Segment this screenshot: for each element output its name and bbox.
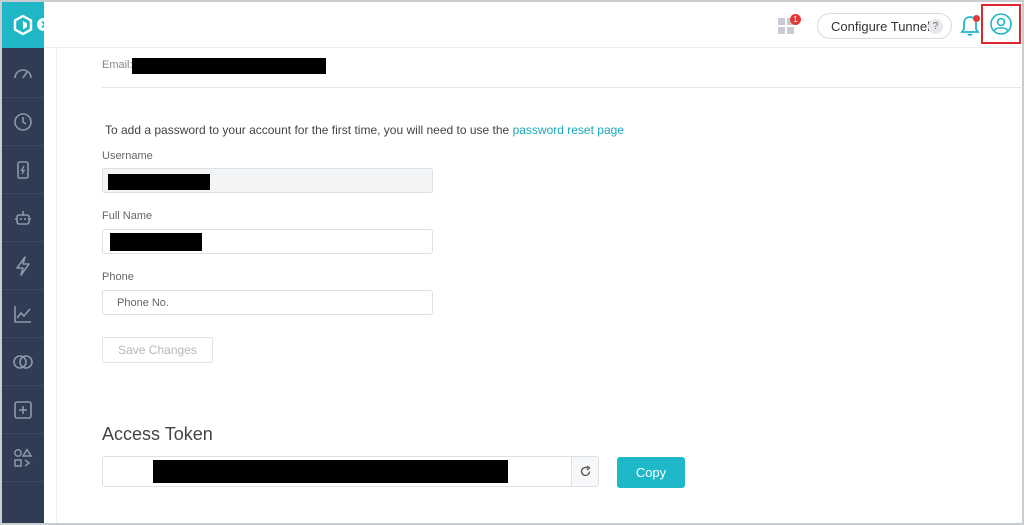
password-info-text: To add a password to your account for th…: [105, 123, 624, 137]
username-field: [102, 168, 433, 193]
username-label: Username: [102, 150, 153, 162]
sidebar-item-automation[interactable]: [2, 194, 44, 242]
sidebar-item-dashboard[interactable]: [2, 50, 44, 98]
password-reset-link[interactable]: password reset page: [513, 123, 624, 137]
notification-badge: [973, 15, 980, 22]
device-icon: [17, 160, 29, 179]
redacted-email: [132, 58, 326, 74]
top-header: 1 Configure Tunnel ?: [44, 2, 1022, 48]
phone-field[interactable]: Phone No.: [102, 290, 433, 315]
phone-label: Phone: [102, 271, 134, 283]
sidebar-item-devices[interactable]: [2, 146, 44, 194]
refresh-token-button[interactable]: [571, 457, 598, 486]
refresh-icon: [580, 465, 591, 477]
sidebar-item-live[interactable]: [2, 242, 44, 290]
redacted-fullname: [110, 233, 202, 251]
sidebar: [2, 2, 44, 523]
sidebar-item-compare[interactable]: [2, 338, 44, 386]
apps-badge: 1: [790, 14, 801, 25]
fullname-field[interactable]: [102, 229, 433, 254]
email-label: Email:: [102, 59, 133, 71]
sidebar-item-analytics[interactable]: [2, 290, 44, 338]
compare-icon: [13, 354, 33, 369]
user-profile-button[interactable]: [981, 4, 1021, 44]
lightning-icon: [16, 255, 30, 276]
save-changes-button[interactable]: Save Changes: [102, 337, 213, 363]
sidebar-item-history[interactable]: [2, 98, 44, 146]
section-divider: [102, 87, 1023, 88]
clock-icon: [14, 112, 32, 131]
redacted-token: [153, 460, 508, 483]
integrations-icon: [14, 447, 33, 467]
configure-tunnel-button[interactable]: Configure Tunnel ?: [817, 13, 952, 39]
main-content: Email: To add a password to your account…: [56, 48, 1023, 523]
redacted-username: [108, 174, 210, 190]
sidebar-item-add[interactable]: [2, 386, 44, 434]
configure-tunnel-label: Configure Tunnel: [831, 18, 931, 34]
add-box-icon: [14, 400, 32, 419]
robot-icon: [15, 210, 31, 225]
copy-token-button[interactable]: Copy: [617, 457, 685, 488]
analytics-icon: [14, 305, 31, 323]
help-icon[interactable]: ?: [928, 19, 943, 34]
phone-placeholder: Phone No.: [117, 296, 169, 309]
sidebar-item-integrations[interactable]: [2, 434, 44, 482]
fullname-label: Full Name: [102, 210, 153, 222]
access-token-field[interactable]: [102, 456, 599, 487]
password-info-prefix: To add a password to your account for th…: [105, 123, 513, 137]
user-icon: [990, 13, 1012, 35]
speedometer-icon: [14, 68, 32, 78]
access-token-title: Access Token: [102, 424, 213, 444]
